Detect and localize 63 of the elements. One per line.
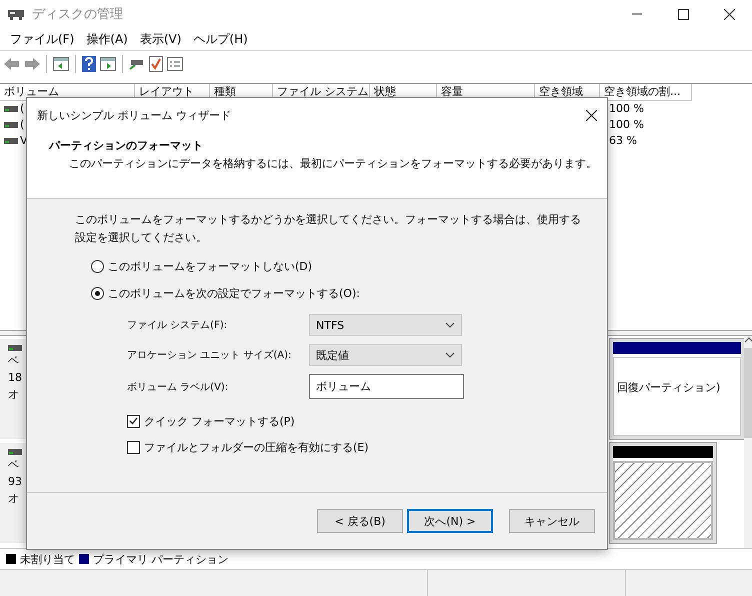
disk-info-text: オ bbox=[8, 387, 19, 402]
chevron-down-icon[interactable] bbox=[445, 322, 455, 328]
partition-box[interactable]: 回復パーティション) bbox=[610, 339, 744, 439]
checkbox-option[interactable]: クイック フォーマットする(P) bbox=[127, 413, 591, 429]
field-label: ファイル システム(F): bbox=[127, 319, 228, 332]
table-cell: ( bbox=[20, 101, 24, 117]
table-cell: 100 % bbox=[609, 101, 644, 117]
dropdown[interactable]: 既定値 bbox=[309, 344, 462, 366]
checkbox[interactable] bbox=[127, 440, 140, 454]
close-icon[interactable] bbox=[724, 8, 734, 20]
panel-icon[interactable] bbox=[100, 57, 116, 71]
legend-label: 未割り当て bbox=[20, 552, 75, 566]
menu-item[interactable]: 表示(V) bbox=[134, 30, 188, 48]
panel-icon[interactable] bbox=[53, 57, 69, 71]
section-description: このパーティションにデータを格納するには、最初にパーティションをフォーマットする必要があります。 bbox=[69, 156, 598, 171]
disk-info-text: 93 bbox=[8, 474, 22, 489]
dialog-button[interactable]: < 戻る(B) bbox=[317, 509, 403, 533]
checklist-icon[interactable] bbox=[149, 56, 163, 72]
checkbox-option[interactable]: ファイルとフォルダーの圧縮を有効にする(E) bbox=[127, 439, 591, 455]
disk-drive-icon bbox=[8, 7, 24, 21]
legend-label: プライマリ パーティション bbox=[93, 552, 228, 566]
input-field[interactable]: ボリューム bbox=[309, 374, 464, 399]
window-title: ディスクの管理 bbox=[32, 6, 124, 23]
table-cell: 100 % bbox=[609, 117, 644, 133]
radio-button[interactable] bbox=[91, 286, 104, 300]
drive-icon bbox=[4, 138, 18, 144]
drive-icon bbox=[8, 449, 22, 455]
maximize-icon[interactable] bbox=[678, 8, 688, 20]
partition-text: 回復パーティション) bbox=[617, 380, 720, 395]
disk-info-text: ベ bbox=[8, 457, 19, 472]
disk-info-text: 18 bbox=[8, 370, 22, 385]
dialog-button[interactable]: 次へ(N) > bbox=[407, 509, 493, 533]
scrollbar[interactable] bbox=[744, 336, 752, 548]
disk-info-text: ベ bbox=[8, 353, 19, 368]
table-cell: 63 % bbox=[609, 133, 637, 149]
dialog-title: 新しいシンプル ボリューム ウィザード bbox=[37, 108, 232, 122]
chevron-down-icon[interactable] bbox=[445, 352, 455, 358]
drive-icon bbox=[4, 122, 18, 128]
field-label: アロケーション ユニット サイズ(A): bbox=[127, 349, 292, 362]
back-arrow-icon[interactable] bbox=[4, 57, 20, 71]
dropdown[interactable]: NTFS bbox=[309, 314, 462, 336]
menu-item[interactable]: ファイル(F) bbox=[4, 30, 80, 48]
menu-item[interactable]: 操作(A) bbox=[80, 30, 134, 48]
dialog-button[interactable]: キャンセル bbox=[509, 509, 595, 533]
properties-icon[interactable] bbox=[167, 57, 183, 71]
partition-box[interactable] bbox=[610, 443, 716, 543]
radio-button[interactable] bbox=[91, 260, 104, 272]
drive-icon bbox=[8, 345, 22, 351]
disk-info-text: オ bbox=[8, 491, 19, 506]
drive-connect-icon[interactable] bbox=[129, 57, 145, 71]
section-heading: パーティションのフォーマット bbox=[49, 138, 204, 153]
forward-arrow-icon[interactable] bbox=[24, 57, 40, 71]
checkbox[interactable] bbox=[127, 414, 140, 428]
field-label: ボリューム ラベル(V): bbox=[127, 380, 230, 394]
help-icon[interactable] bbox=[82, 56, 96, 72]
instruction-text: このボリュームをフォーマットするかどうかを選択してください。フォーマットする場合は、使用する設定を選択してください。 bbox=[75, 212, 582, 246]
radio-option[interactable]: このボリュームをフォーマットしない(D) bbox=[91, 258, 591, 274]
drive-icon bbox=[4, 106, 18, 112]
menu-item[interactable]: ヘルプ(H) bbox=[187, 30, 254, 48]
table-cell: ( bbox=[20, 117, 24, 133]
radio-option[interactable]: このボリュームを次の設定でフォーマットする(O): bbox=[91, 285, 591, 301]
scroll-up-icon[interactable] bbox=[744, 336, 752, 344]
close-icon[interactable] bbox=[586, 110, 597, 120]
